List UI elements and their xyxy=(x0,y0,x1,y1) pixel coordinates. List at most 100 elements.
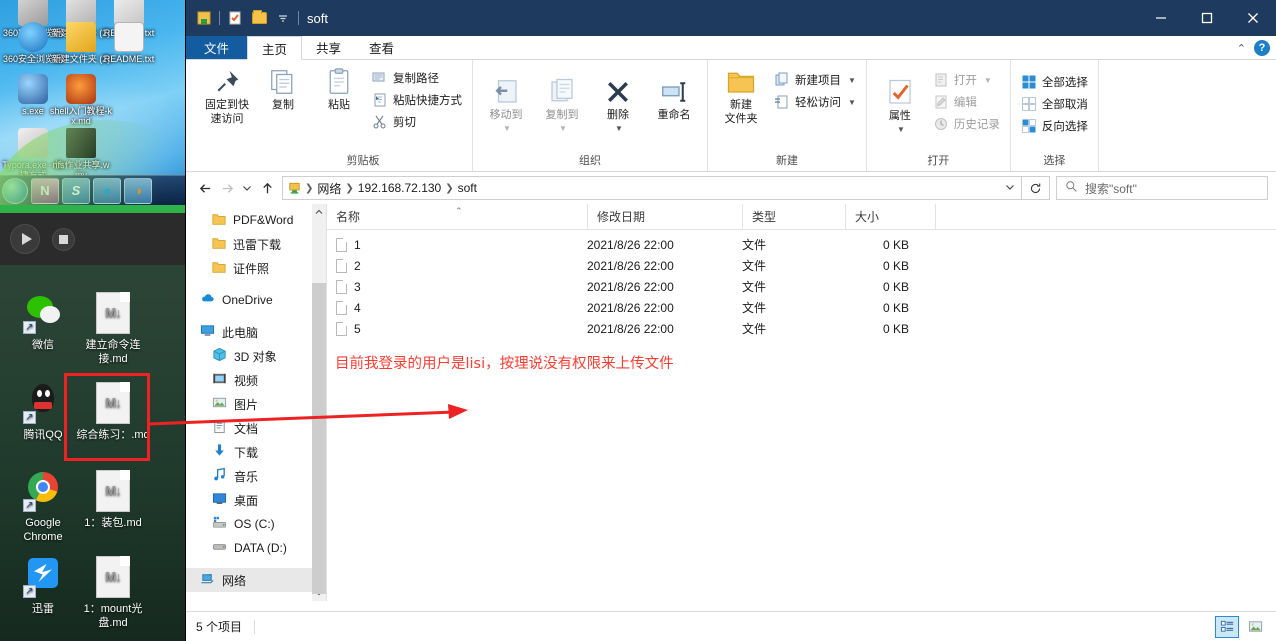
desktop-icon-wechat[interactable]: ↗ 微信 xyxy=(6,292,80,352)
column-header-size[interactable]: 大小 xyxy=(845,203,935,230)
sidebar-item-id-photo[interactable]: 证件照 xyxy=(186,256,326,280)
scrollbar-track[interactable] xyxy=(312,220,326,594)
scroll-up-icon[interactable] xyxy=(312,204,326,220)
vm-desktop-icon[interactable]: Typora.exe - 快捷方式 xyxy=(2,128,64,180)
breadcrumb-soft[interactable]: soft xyxy=(455,181,480,195)
chevron-down-icon[interactable]: ▼ xyxy=(848,76,856,85)
table-row[interactable]: 5 2021/8/26 22:00 文件 0 KB xyxy=(327,318,1276,339)
new-item-button[interactable]: 新建项目 ▼ xyxy=(770,70,860,90)
copy-to-button[interactable]: 复制到 ▼ xyxy=(535,74,589,138)
vm-desktop-icon[interactable]: README.txt xyxy=(98,22,160,64)
chevron-down-icon[interactable]: ▼ xyxy=(897,124,905,136)
tab-file[interactable]: 文件 xyxy=(186,36,248,59)
customize-caret-icon[interactable] xyxy=(274,9,292,27)
address-bar[interactable]: ❯ 网络 ❯ 192.168.72.130 ❯ soft xyxy=(282,176,1022,200)
up-button[interactable] xyxy=(256,176,278,200)
help-icon[interactable]: ? xyxy=(1254,40,1270,56)
desktop-icon-tencent-qq[interactable]: ↗ 腾讯QQ xyxy=(6,382,80,442)
sidebar-item-os-c[interactable]: OS (C:) xyxy=(186,512,326,536)
sidebar-item-xunlei-download[interactable]: 迅雷下载 xyxy=(186,232,326,256)
windows-start-icon[interactable] xyxy=(2,177,28,204)
close-button[interactable] xyxy=(1230,0,1276,36)
desktop-icon-mount-cd-md[interactable]: M↓ 1：mount光盘.md xyxy=(76,556,150,630)
details-view-icon[interactable] xyxy=(1215,615,1239,638)
open-button[interactable]: 打开 ▼ xyxy=(929,70,1004,90)
play-button-icon[interactable] xyxy=(10,224,40,254)
collapse-ribbon-icon[interactable]: ⌃ xyxy=(1237,42,1246,55)
forward-button[interactable] xyxy=(216,176,238,200)
column-header-type[interactable]: 类型 xyxy=(742,203,845,230)
column-header-modified[interactable]: 修改日期 xyxy=(587,203,742,230)
vmware-icon[interactable]: ◑ xyxy=(124,177,152,204)
properties-button[interactable]: 属性 ▼ xyxy=(873,64,927,139)
sidebar-item-pdf-word[interactable]: PDF&Word xyxy=(186,208,326,232)
sidebar-item-data-d[interactable]: DATA (D:) xyxy=(186,536,326,560)
properties-icon[interactable] xyxy=(226,9,244,27)
tab-home[interactable]: 主页 xyxy=(247,36,303,60)
sidebar-item-desktop[interactable]: 桌面 xyxy=(186,488,326,512)
history-button[interactable]: 历史记录 xyxy=(929,114,1004,134)
tab-share[interactable]: 共享 xyxy=(302,36,355,59)
copy-button[interactable]: 复制 xyxy=(256,64,310,114)
easy-access-button[interactable]: 轻松访问 ▼ xyxy=(770,92,860,112)
stop-button-icon[interactable] xyxy=(52,227,75,251)
vm-desktop-icon[interactable]: nfs作业共享.wmv xyxy=(50,128,112,180)
sidebar-item-this-pc[interactable]: 此电脑 xyxy=(186,320,326,344)
chevron-down-icon[interactable]: ▼ xyxy=(848,98,856,107)
sidebar-item-3d-objects[interactable]: 3D 对象 xyxy=(186,344,326,368)
refresh-button[interactable] xyxy=(1022,176,1050,200)
select-all-button[interactable]: 全部选择 xyxy=(1017,72,1092,92)
rename-button[interactable]: 重命名 xyxy=(647,74,701,124)
sidebar-item-music[interactable]: 音乐 xyxy=(186,464,326,488)
maximize-button[interactable] xyxy=(1184,0,1230,36)
delete-button[interactable]: 删除 ▼ xyxy=(591,74,645,138)
sidebar-item-network[interactable]: 网络 xyxy=(186,568,326,592)
paste-button[interactable]: 粘贴 xyxy=(312,64,366,114)
table-row[interactable]: 3 2021/8/26 22:00 文件 0 KB xyxy=(327,276,1276,297)
cut-button[interactable]: 剪切 xyxy=(368,112,466,132)
sidebar-item-documents[interactable]: 文档 xyxy=(186,416,326,440)
paste-shortcut-button[interactable]: 粘贴快捷方式 xyxy=(368,90,466,110)
vm-desktop-icon[interactable]: shell入门教程-kx.md xyxy=(50,74,112,126)
large-icons-view-icon[interactable] xyxy=(1243,616,1267,638)
vm-window-windows7[interactable]: 360安全浏览器 新建文件夹 (2) README.txt 360安全浏览器 新… xyxy=(0,0,185,205)
new-folder-button[interactable]: 新建 文件夹 xyxy=(714,64,768,128)
edit-button[interactable]: 编辑 xyxy=(929,92,1004,112)
navigation-scrollbar[interactable] xyxy=(312,204,326,601)
new-folder-icon[interactable] xyxy=(250,9,268,27)
chevron-down-icon[interactable]: ▼ xyxy=(615,123,623,135)
copy-path-button[interactable]: 复制路径 xyxy=(368,68,466,88)
desktop-icon-install-package-md[interactable]: M↓ 1：装包.md xyxy=(76,470,150,530)
vm-taskbar[interactable]: N S ● ◑ xyxy=(0,175,185,205)
pin-to-quick-access-button[interactable]: 固定到快 速访问 xyxy=(200,64,254,128)
back-button[interactable] xyxy=(194,176,216,200)
chevron-down-icon[interactable]: ▼ xyxy=(559,123,567,135)
breadcrumb-network[interactable]: 网络 xyxy=(314,180,344,197)
sidebar-item-downloads[interactable]: 下载 xyxy=(186,440,326,464)
chevron-down-icon[interactable]: ▼ xyxy=(503,123,511,135)
desktop-icon-create-command-link-md[interactable]: M↓ 建立命令连接.md xyxy=(76,292,150,366)
recent-locations-button[interactable] xyxy=(238,176,256,200)
move-to-button[interactable]: 移动到 ▼ xyxy=(479,74,533,138)
onenote-icon[interactable]: N xyxy=(31,177,59,204)
table-row[interactable]: 2 2021/8/26 22:00 文件 0 KB xyxy=(327,255,1276,276)
select-none-button[interactable]: 全部取消 xyxy=(1017,94,1092,114)
sogou-icon[interactable]: S xyxy=(62,177,90,204)
search-box[interactable]: 搜索"soft" xyxy=(1056,176,1268,200)
scrollbar-thumb[interactable] xyxy=(312,283,326,594)
sidebar-item-onedrive[interactable]: OneDrive xyxy=(186,288,326,312)
desktop-icon-google-chrome[interactable]: ↗ Google Chrome xyxy=(6,470,80,544)
desktop-icon-comprehensive-exercise-md[interactable]: M↓ 综合练习：.md xyxy=(76,382,150,442)
breadcrumb-host[interactable]: 192.168.72.130 xyxy=(355,181,444,195)
table-row[interactable]: 4 2021/8/26 22:00 文件 0 KB xyxy=(327,297,1276,318)
sidebar-item-pictures[interactable]: 图片 xyxy=(186,392,326,416)
save-icon[interactable] xyxy=(195,9,213,27)
table-row[interactable]: 1 2021/8/26 22:00 文件 0 KB xyxy=(327,234,1276,255)
sidebar-item-videos[interactable]: 视频 xyxy=(186,368,326,392)
minimize-button[interactable] xyxy=(1138,0,1184,36)
tab-view[interactable]: 查看 xyxy=(355,36,408,59)
invert-selection-button[interactable]: 反向选择 xyxy=(1017,116,1092,136)
address-dropdown-icon[interactable] xyxy=(1005,182,1015,195)
desktop-icon-xunlei[interactable]: ↗ 迅雷 xyxy=(6,556,80,616)
chevron-down-icon[interactable]: ▼ xyxy=(984,76,992,85)
